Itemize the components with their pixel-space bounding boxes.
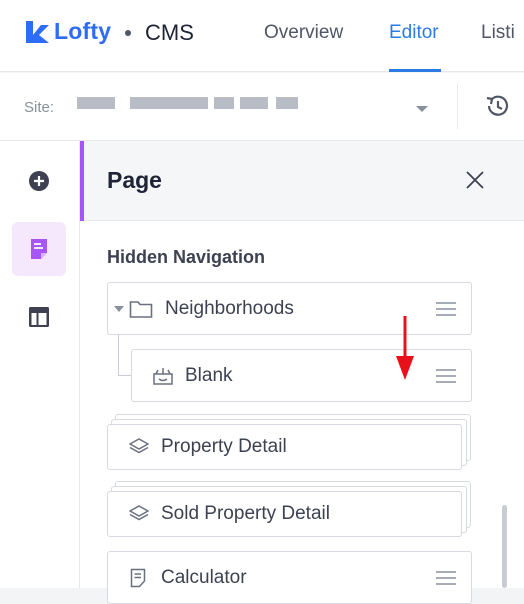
page-icon [31, 239, 47, 259]
layers-icon [129, 505, 149, 521]
redacted-site-text [214, 97, 234, 109]
tab-listings[interactable]: Listi [481, 22, 515, 44]
section-title: Hidden Navigation [107, 247, 266, 267]
tree-item-property-detail[interactable]: Property Detail [107, 424, 462, 470]
tree-item-sold-property-detail[interactable]: Sold Property Detail [107, 491, 462, 537]
annotation-arrow-icon [396, 316, 414, 380]
drag-handle-icon[interactable] [435, 301, 457, 317]
chevron-down-icon [416, 106, 428, 112]
redacted-site-text [276, 97, 298, 109]
panel-title: Page [107, 167, 162, 193]
history-icon[interactable] [484, 92, 512, 120]
drag-handle-icon[interactable] [435, 368, 457, 384]
top-bar: Lofty CMS Overview Editor Listi [0, 0, 524, 72]
document-icon [130, 568, 146, 587]
panel-scrollbar[interactable] [502, 505, 507, 588]
tree-connector [118, 375, 132, 376]
layout-button[interactable] [12, 290, 66, 344]
folder-icon [129, 300, 153, 318]
separator-dot [125, 30, 131, 36]
tree-connector [118, 335, 119, 375]
left-sidebar [0, 141, 80, 588]
redacted-site-text [130, 97, 208, 109]
panel-accent-bar [80, 141, 84, 221]
item-label: Blank [185, 364, 233, 386]
close-icon[interactable] [464, 169, 486, 191]
tree-item-blank[interactable]: Blank [131, 349, 472, 402]
logo[interactable]: Lofty [24, 18, 111, 45]
plus-circle-icon [29, 171, 49, 191]
redacted-site-text [77, 97, 115, 109]
layers-icon [129, 438, 149, 454]
active-tab-indicator [389, 69, 441, 72]
site-bar: Site: [0, 73, 524, 141]
brand-name: Lofty [54, 18, 112, 44]
tab-overview[interactable]: Overview [264, 22, 343, 44]
drag-handle-icon[interactable] [435, 570, 457, 586]
lofty-logo-icon [26, 20, 49, 43]
blank-page-icon [153, 367, 173, 385]
redacted-site-text [240, 97, 268, 109]
panel-header: Page [80, 141, 524, 221]
layout-icon [29, 307, 49, 327]
item-label: Calculator [161, 566, 247, 588]
item-label: Property Detail [161, 436, 287, 457]
tree-item-calculator[interactable]: Calculator [107, 551, 472, 604]
item-label: Neighborhoods [165, 297, 294, 319]
divider [457, 83, 458, 129]
add-button[interactable] [12, 154, 66, 208]
caret-down-icon[interactable] [114, 305, 124, 313]
site-label: Site: [24, 99, 55, 116]
tab-editor[interactable]: Editor [389, 22, 439, 44]
pages-button[interactable] [12, 222, 66, 276]
product-name: CMS [145, 20, 194, 45]
tree-item-neighborhoods[interactable]: Neighborhoods [107, 282, 472, 335]
item-label: Sold Property Detail [161, 503, 330, 524]
